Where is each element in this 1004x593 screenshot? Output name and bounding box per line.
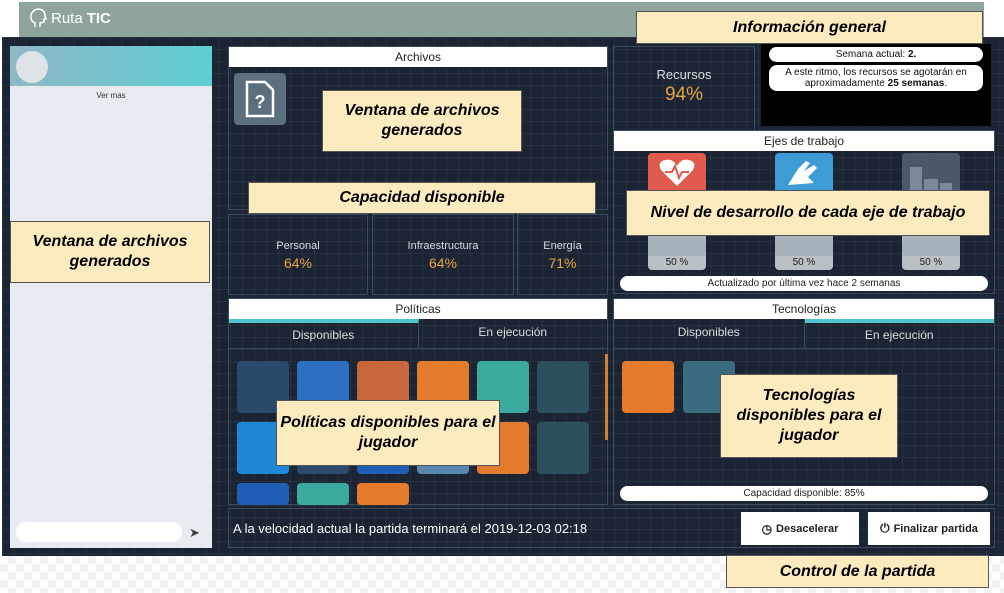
- annotation-control-partida: Control de la partida: [726, 555, 989, 588]
- capacidad-value: 71%: [548, 255, 577, 271]
- question-document-icon[interactable]: ?: [234, 73, 286, 125]
- clock-icon: ◷: [761, 521, 773, 536]
- tecnologias-title: Tecnologías: [614, 299, 994, 319]
- logo-prefix: Ruta: [51, 9, 83, 27]
- head-icon: [30, 8, 47, 27]
- logo: Ruta TIC: [29, 8, 111, 28]
- archivos-title: Archivos: [229, 47, 607, 67]
- finalizar-button[interactable]: ⏻ Finalizar partida: [868, 512, 990, 545]
- annotation-politicas-disponibles: Políticas disponibles para el jugador: [276, 400, 500, 466]
- hand-heart-icon: [775, 153, 833, 193]
- control-bar: A la velocidad actual la partida termina…: [228, 508, 995, 548]
- capacidad-label: Energía: [543, 240, 582, 252]
- ver-mas-link[interactable]: Ver mas: [10, 91, 212, 100]
- send-icon[interactable]: ➤: [189, 525, 200, 541]
- semana-pill: Semana actual: 2.: [769, 47, 983, 62]
- annotation-tecnologias-disponibles: Tecnologías disponibles para el jugador: [720, 374, 898, 458]
- recursos-label: Recursos: [656, 67, 712, 82]
- logo-suffix: TIC: [86, 9, 111, 27]
- capacidad-value: 64%: [283, 255, 313, 271]
- capacidad-personal: Personal 64%: [228, 214, 368, 295]
- capacidad-value: 64%: [428, 255, 458, 271]
- end-date-text: A la velocidad actual la partida termina…: [233, 521, 587, 536]
- politicas-title: Políticas: [229, 299, 607, 319]
- politicas-scrollbar[interactable]: [605, 354, 608, 440]
- monitor-icon[interactable]: [237, 483, 289, 505]
- city-buildings-icon: [902, 153, 960, 193]
- eje-pct: 50 %: [775, 256, 833, 270]
- capacidad-label: Personal: [276, 240, 320, 252]
- annotation-archivos-generados: Ventana de archivos generados: [322, 90, 522, 152]
- avatar[interactable]: [16, 51, 48, 83]
- desk-icon[interactable]: [537, 422, 589, 474]
- tecnologias-capacidad: Capacidad disponible: 85%: [620, 486, 988, 501]
- annotation-sidebar-archivos: Ventana de archivos generados: [10, 221, 210, 283]
- ritmo-value: 25 semanas: [887, 78, 945, 89]
- ritmo-pill: A este ritmo, los recursos se agotarán e…: [769, 65, 983, 91]
- finalizar-label: Finalizar partida: [893, 522, 978, 535]
- annotation-nivel-desarrollo: Nivel de desarrollo de cada eje de traba…: [626, 190, 990, 236]
- ejes-title: Ejes de trabajo: [614, 131, 994, 151]
- politicas-tabs: Disponibles En ejecución: [229, 319, 607, 349]
- info-box: Semana actual: 2. A este ritmo, los recu…: [761, 44, 991, 126]
- capacidad-energia: Energía 71%: [517, 214, 608, 295]
- circuit-map-icon[interactable]: [622, 361, 674, 413]
- tecnologias-tabs: Disponibles En ejecución: [614, 319, 994, 349]
- capacidad-infraestructura: Infraestructura 64%: [372, 214, 514, 295]
- ejes-updated: Actualizado por última vez hace 2 semana…: [620, 276, 988, 291]
- eje-pct: 50 %: [902, 256, 960, 270]
- semana-prefix: Semana actual:: [835, 49, 908, 60]
- sun-factory-icon[interactable]: [357, 483, 409, 505]
- farm-plant-icon[interactable]: [537, 361, 589, 413]
- chat-input[interactable]: [16, 522, 182, 542]
- recursos-panel: Recursos 94%: [613, 46, 755, 136]
- decelerar-button[interactable]: ◷ Desacelerar: [741, 512, 859, 545]
- tab-en-ejecucion[interactable]: En ejecución: [418, 319, 607, 349]
- heart-pulse-icon: [648, 153, 706, 193]
- annotation-capacidad-disponible: Capacidad disponible: [248, 182, 596, 214]
- decelerar-label: Desacelerar: [776, 522, 839, 535]
- annotation-info-general: Información general: [636, 11, 983, 44]
- power-icon: ⏻: [880, 521, 890, 535]
- screen-icon[interactable]: [297, 483, 349, 505]
- tab-en-ejecucion[interactable]: En ejecución: [804, 319, 994, 349]
- recursos-value: 94%: [664, 84, 704, 105]
- end-date-prefix: A la velocidad actual la partida termina…: [233, 521, 485, 536]
- ritmo-suffix: .: [944, 78, 948, 89]
- svg-text:?: ?: [255, 92, 266, 112]
- semana-value: 2.: [907, 49, 917, 60]
- sidebar-header: [10, 46, 212, 86]
- tab-disponibles[interactable]: Disponibles: [229, 319, 419, 349]
- capacidad-label: Infraestructura: [407, 240, 479, 252]
- end-date-value: 2019-12-03 02:18: [484, 521, 588, 536]
- tab-disponibles[interactable]: Disponibles: [614, 319, 805, 349]
- eje-pct: 50 %: [648, 256, 706, 270]
- sidebar: Ver mas ➤: [10, 46, 212, 548]
